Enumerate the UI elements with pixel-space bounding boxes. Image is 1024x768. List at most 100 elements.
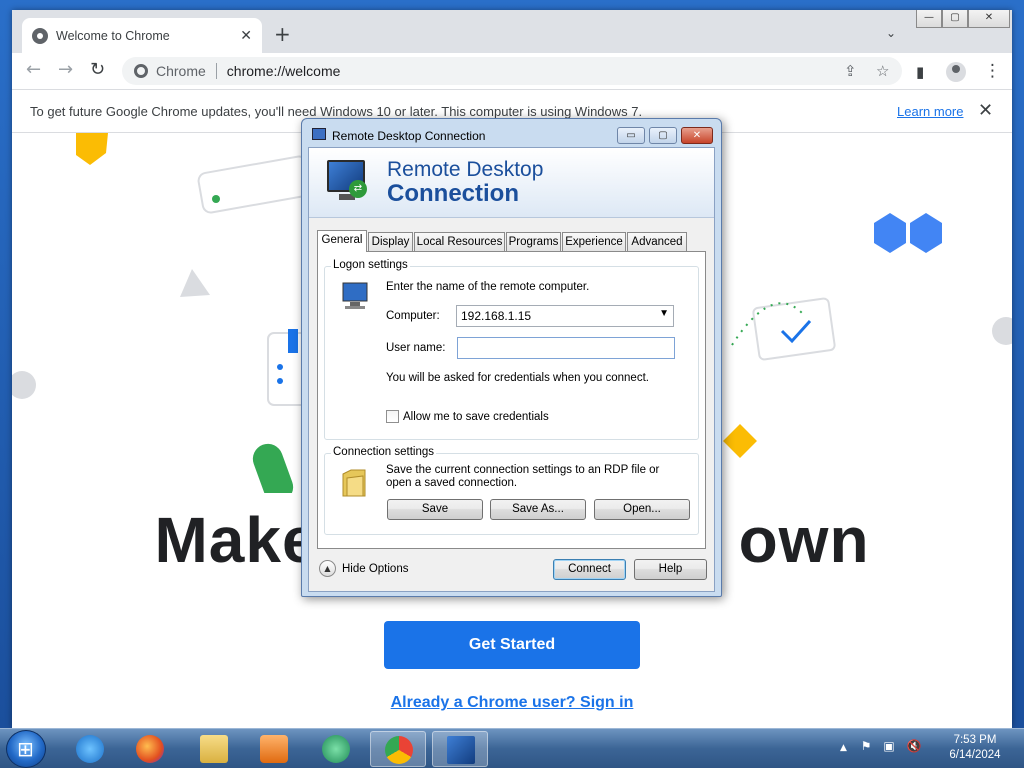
clock[interactable]: 7:53 PM 6/14/2024 [940,733,1010,763]
rdp-minimize-button[interactable]: ▭ [617,127,645,144]
banner-line2: Connection [387,180,519,207]
tab-close-icon[interactable]: ✕ [240,28,252,44]
infobar-close-icon[interactable]: ✕ [978,100,993,121]
banner-line1: Remote Desktop [387,158,544,181]
hide-options-label: Hide Options [342,562,409,575]
computer-combobox[interactable]: 192.168.1.15 ▼ [456,305,674,327]
clock-date: 6/14/2024 [949,749,1001,761]
address-bar[interactable]: Chrome chrome://welcome ⇪ ☆ [122,57,902,85]
get-started-button[interactable]: Get Started [384,621,640,669]
clock-time: 7:53 PM [953,734,997,746]
show-hidden-icons[interactable]: ▲ [840,743,847,753]
close-window-button[interactable]: ✕ [968,10,1010,28]
allow-save-label: Allow me to save credentials [403,411,549,423]
sign-in-link[interactable]: Already a Chrome user? Sign in [12,694,1012,712]
share-icon[interactable]: ⇪ [844,62,857,80]
infobar-message: To get future Google Chrome updates, you… [30,104,643,119]
tab-experience[interactable]: Experience [562,232,626,251]
connection-legend: Connection settings [331,446,437,458]
system-tray: ▲ ⚑ ▣ 🔇 [840,739,921,753]
firefox-taskbar-button[interactable] [122,731,178,767]
rdp-title: Remote Desktop Connection [332,129,486,143]
logon-prompt: Enter the name of the remote computer. [386,281,590,293]
media-player-icon [260,735,288,763]
omnibox-separator [215,63,217,79]
open-button[interactable]: Open... [594,499,690,520]
chrome-icon [385,736,413,764]
app-taskbar-button[interactable] [308,731,364,767]
collapse-up-icon: ▲ [319,560,336,577]
chrome-menu-icon[interactable]: ⋮ [984,61,1001,81]
folder-icon [342,469,366,497]
tab-local-resources[interactable]: Local Resources [414,232,505,251]
rdp-banner: ⇄ Remote Desktop Connection [309,148,714,218]
username-label: User name: [386,342,446,354]
connection-text: Save the current connection settings to … [386,464,660,489]
explorer-taskbar-button[interactable] [186,731,242,767]
new-tab-button[interactable]: + [274,24,291,44]
computer-label: Computer: [386,310,440,322]
hide-options-toggle[interactable]: ▲ Hide Options [319,560,408,577]
tab-search-icon[interactable]: ⌄ [886,26,896,40]
browser-toolbar: ← → ↻ Chrome chrome://welcome ⇪ ☆ ▮ ⋮ [12,53,1012,89]
tab-strip: Welcome to Chrome ✕ + ⌄ — ▢ ✕ [12,10,1012,53]
rdp-body: ⇄ Remote Desktop Connection General Disp… [308,147,715,592]
green-app-icon [322,735,350,763]
taskbar: ▲ ⚑ ▣ 🔇 7:53 PM 6/14/2024 [0,728,1024,768]
connection-settings-group: Connection settings Save the current con… [324,446,699,535]
connect-button[interactable]: Connect [553,559,626,580]
logon-legend: Logon settings [331,259,410,271]
rdp-close-button[interactable]: ✕ [681,127,713,144]
back-icon[interactable]: ← [26,61,41,79]
tab-programs[interactable]: Programs [506,232,561,251]
rdp-maximize-button[interactable]: ▢ [649,127,677,144]
folder-explorer-icon [200,735,228,763]
computer-icon [342,282,368,309]
volume-muted-icon[interactable]: 🔇 [907,739,922,753]
tab-advanced[interactable]: Advanced [627,232,687,251]
site-label: Chrome [156,63,206,79]
profile-avatar-icon[interactable] [946,62,966,82]
tab-title: Welcome to Chrome [56,28,170,43]
save-as-button[interactable]: Save As... [490,499,586,520]
reload-icon[interactable]: ↻ [90,61,105,79]
url-text[interactable]: chrome://welcome [227,63,341,79]
rdp-app-icon [312,128,326,140]
start-button[interactable] [6,730,46,768]
logon-settings-group: Logon settings Enter the name of the rem… [324,259,699,440]
tab-general[interactable]: General [317,230,367,252]
rdp-title-bar[interactable]: Remote Desktop Connection ▭ ▢ ✕ [302,119,721,147]
help-button[interactable]: Help [634,559,707,580]
headline-left: Make [154,504,319,576]
credentials-note: You will be asked for credentials when y… [386,372,649,384]
window-controls: — ▢ ✕ [916,10,1010,28]
learn-more-link[interactable]: Learn more [897,104,963,119]
save-button[interactable]: Save [387,499,483,520]
remote-desktop-icon [447,736,475,764]
tab-welcome[interactable]: Welcome to Chrome ✕ [22,18,262,53]
chrome-taskbar-button[interactable] [370,731,426,767]
forward-icon[interactable]: → [58,61,73,79]
connect-arrow-icon: ⇄ [349,180,367,198]
headline-right: own [738,504,870,576]
username-input[interactable] [457,337,675,359]
network-icon[interactable]: ▣ [883,739,894,753]
rdp-dialog: Remote Desktop Connection ▭ ▢ ✕ ⇄ Remote… [301,118,722,597]
chrome-site-icon [134,64,148,78]
general-tab-panel: Logon settings Enter the name of the rem… [317,251,706,549]
computer-value: 192.168.1.15 [461,309,532,323]
firefox-icon [136,735,164,763]
internet-explorer-icon [76,735,104,763]
tab-display[interactable]: Display [368,232,413,251]
media-player-taskbar-button[interactable] [246,731,302,767]
side-panel-icon[interactable]: ▮ [916,63,924,81]
rdp-taskbar-button[interactable] [432,731,488,767]
maximize-button[interactable]: ▢ [942,10,968,28]
ie-taskbar-button[interactable] [62,731,118,767]
minimize-button[interactable]: — [916,10,942,28]
bookmark-star-icon[interactable]: ☆ [876,62,889,80]
dropdown-arrow-icon[interactable]: ▼ [659,308,669,319]
action-center-flag-icon[interactable]: ⚑ [861,739,872,753]
allow-save-checkbox[interactable] [386,410,399,423]
chrome-favicon-icon [32,27,48,44]
